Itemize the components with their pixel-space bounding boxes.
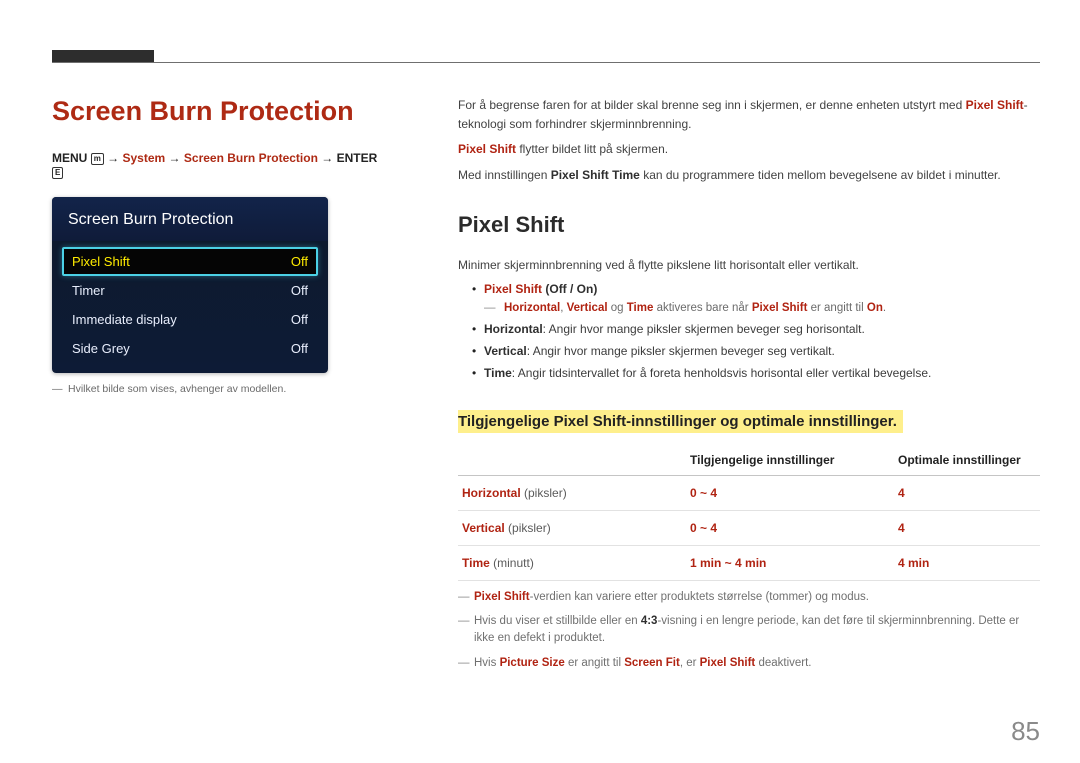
osd-row-side-grey[interactable]: Side Grey Off xyxy=(62,334,318,363)
osd-panel-title: Screen Burn Protection xyxy=(52,197,328,241)
table-row: Horizontal (piksler) 0 ~ 4 4 xyxy=(458,475,1040,510)
pixel-shift-lead: Minimer skjerminnbrenning ved å flytte p… xyxy=(458,256,1040,275)
list-item-sub: Horizontal, Vertical og Time aktiveres b… xyxy=(484,302,1040,314)
highlighted-subsection-title: Tilgjengelige Pixel Shift-innstillinger … xyxy=(458,410,903,433)
osd-row-value: Off xyxy=(291,341,308,356)
osd-row-label: Side Grey xyxy=(72,341,130,356)
footnote-line: Hvis du viser et stillbilde eller en 4:3… xyxy=(458,613,1040,648)
osd-panel: Screen Burn Protection Pixel Shift Off T… xyxy=(52,197,328,373)
list-item: Horizontal: Angir hvor mange piksler skj… xyxy=(458,322,1040,336)
list-item: Time: Angir tidsintervallet for å foreta… xyxy=(458,366,1040,380)
table-header-empty xyxy=(458,445,686,476)
osd-row-pixel-shift[interactable]: Pixel Shift Off xyxy=(62,247,318,276)
table-row: Time (minutt) 1 min ~ 4 min 4 min xyxy=(458,545,1040,580)
breadcrumb-system: System xyxy=(123,151,166,165)
table-header-available: Tilgjengelige innstillinger xyxy=(686,445,894,476)
intro-p3: Med innstillingen Pixel Shift Time kan d… xyxy=(458,166,1040,185)
osd-row-label: Immediate display xyxy=(72,312,177,327)
osd-row-label: Pixel Shift xyxy=(72,254,130,269)
footnote-line: Pixel Shift-verdien kan variere etter pr… xyxy=(458,589,1040,606)
enter-icon: E xyxy=(52,167,63,179)
breadcrumb-menu: MENU xyxy=(52,151,87,165)
page-title: Screen Burn Protection xyxy=(52,96,382,127)
osd-row-value: Off xyxy=(291,254,308,269)
left-footnote: Hvilket bilde som vises, avhenger av mod… xyxy=(52,383,382,395)
section-title-pixel-shift: Pixel Shift xyxy=(458,212,1040,238)
page-number: 85 xyxy=(1011,716,1040,747)
pixel-shift-options: Pixel Shift (Off / On) Horizontal, Verti… xyxy=(458,282,1040,380)
footnote-line: Hvis Picture Size er angitt til Screen F… xyxy=(458,655,1040,672)
osd-row-timer[interactable]: Timer Off xyxy=(62,276,318,305)
settings-table: Tilgjengelige innstillinger Optimale inn… xyxy=(458,445,1040,581)
osd-row-value: Off xyxy=(291,283,308,298)
osd-row-value: Off xyxy=(291,312,308,327)
intro-p2: Pixel Shift flytter bildet litt på skjer… xyxy=(458,140,1040,159)
table-header-optimal: Optimale innstillinger xyxy=(894,445,1040,476)
table-row: Vertical (piksler) 0 ~ 4 4 xyxy=(458,510,1040,545)
list-item: Vertical: Angir hvor mange piksler skjer… xyxy=(458,344,1040,358)
footnotes: Pixel Shift-verdien kan variere etter pr… xyxy=(458,589,1040,672)
osd-row-immediate-display[interactable]: Immediate display Off xyxy=(62,305,318,334)
intro-p1: For å begrense faren for at bilder skal … xyxy=(458,96,1040,133)
header-rule xyxy=(52,62,1040,63)
breadcrumb-item: Screen Burn Protection xyxy=(184,151,318,165)
osd-row-label: Timer xyxy=(72,283,105,298)
breadcrumb-enter: ENTER xyxy=(337,151,378,165)
breadcrumb: MENU m → System → Screen Burn Protection… xyxy=(52,151,382,179)
list-item: Pixel Shift (Off / On) Horizontal, Verti… xyxy=(458,282,1040,314)
menu-icon: m xyxy=(91,153,104,165)
